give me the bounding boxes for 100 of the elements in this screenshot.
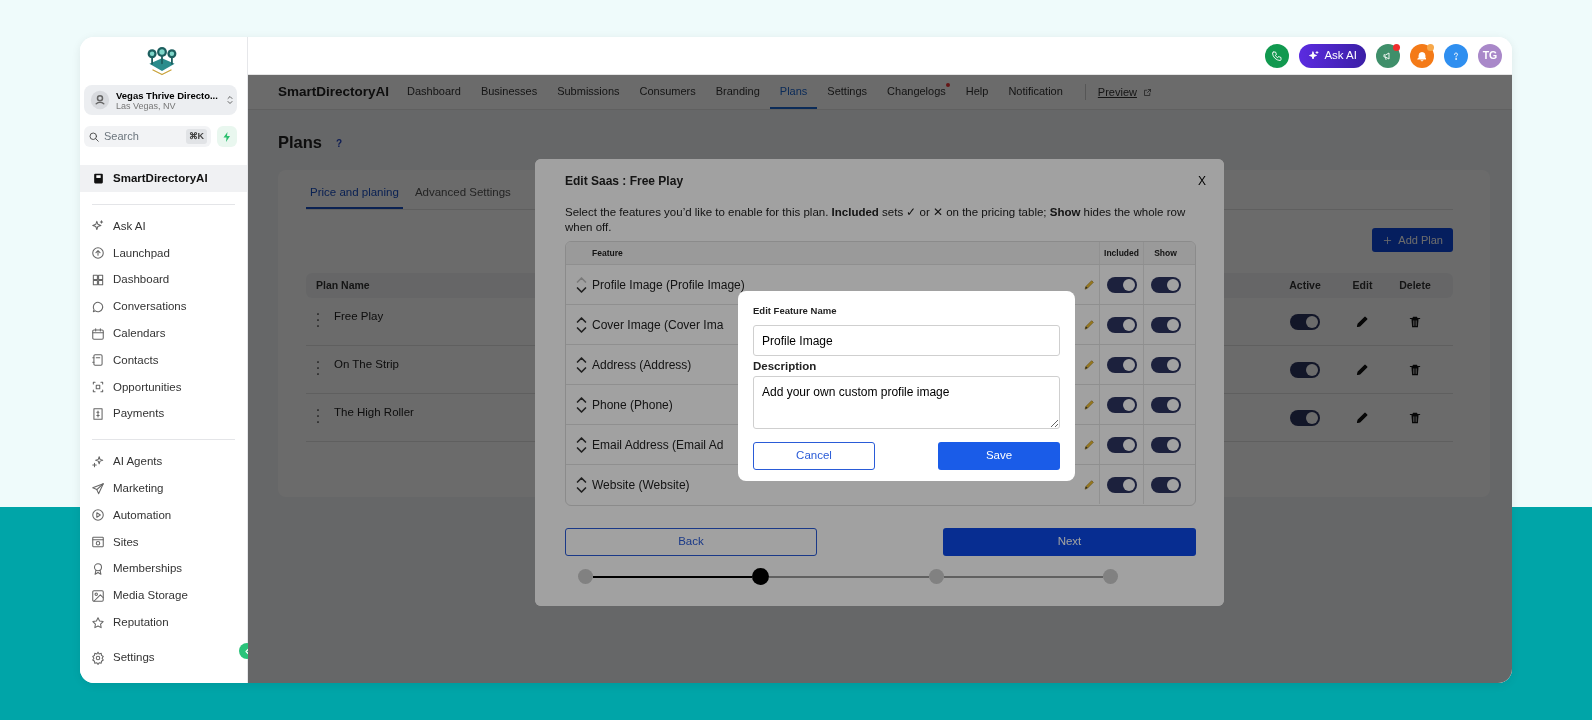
move-up-button[interactable] xyxy=(575,435,587,444)
rename-button[interactable] xyxy=(1082,438,1096,451)
sidebar-item[interactable]: Contacts xyxy=(80,347,247,374)
nav-tab[interactable]: Settings xyxy=(817,75,878,109)
sidebar-item[interactable]: Sites xyxy=(80,528,247,556)
ask-ai-button[interactable]: Ask AI xyxy=(1299,43,1366,68)
chevron-up-icon xyxy=(575,475,587,484)
move-up-button[interactable] xyxy=(575,395,587,404)
toggle-switch[interactable] xyxy=(1106,276,1137,293)
sidebar-item[interactable]: Dashboard xyxy=(80,266,247,294)
sidebar-item[interactable]: SmartDirectoryAI xyxy=(80,165,247,192)
sidebar-item[interactable]: Media Storage xyxy=(80,582,247,610)
rename-button[interactable] xyxy=(1082,278,1096,291)
sidebar-item[interactable]: Launchpad xyxy=(80,239,247,267)
toggle-switch[interactable] xyxy=(1150,476,1181,493)
move-down-button[interactable] xyxy=(575,445,587,454)
description-input-field[interactable]: Add your own custom profile image xyxy=(753,375,1060,429)
close-button[interactable]: X xyxy=(1194,172,1210,190)
help-button[interactable] xyxy=(1444,43,1468,68)
star-icon xyxy=(91,615,105,630)
delete-button[interactable] xyxy=(1408,314,1422,329)
receipt-icon xyxy=(91,406,105,421)
phone-button[interactable] xyxy=(1265,43,1290,68)
move-up-button[interactable] xyxy=(575,475,587,484)
sidebar-item[interactable]: Memberships xyxy=(80,555,247,583)
toggle-switch[interactable] xyxy=(1150,316,1181,333)
sidebar-item[interactable]: Payments xyxy=(80,400,247,428)
pencil-icon xyxy=(1355,410,1370,426)
chevron-up-icon xyxy=(575,395,587,404)
column-header: Delete xyxy=(1399,277,1431,293)
delete-button[interactable] xyxy=(1408,410,1422,425)
move-down-button[interactable] xyxy=(575,485,587,494)
pencil-icon xyxy=(1082,318,1096,331)
name-input-field[interactable]: Profile Image xyxy=(753,325,1060,357)
rename-button[interactable] xyxy=(1082,318,1096,331)
cancel-button[interactable]: Cancel xyxy=(753,441,875,470)
sparkle-plus-icon xyxy=(91,454,105,469)
step-dot[interactable] xyxy=(578,569,593,584)
modal-description: Select the features you’d like to enable for this plan. Included sets ✓ or ✕ on the pricing table; Show hides the whole row when off. xyxy=(565,205,1187,235)
step-dot[interactable] xyxy=(928,569,944,584)
search-field[interactable]: Search ⌘K xyxy=(84,126,211,147)
toggle-switch[interactable] xyxy=(1150,396,1181,413)
image-icon xyxy=(91,588,105,603)
sidebar-item[interactable]: Opportunities xyxy=(80,373,247,401)
rename-button[interactable] xyxy=(1082,358,1096,371)
move-down-button[interactable] xyxy=(575,325,587,334)
move-down-button[interactable] xyxy=(575,285,587,294)
launchpad-icon xyxy=(91,246,105,261)
sidebar-item[interactable]: Automation xyxy=(80,501,247,529)
account-switcher[interactable]: Vegas Thrive Directo... Las Vegas, NV xyxy=(84,85,237,115)
sidebar-item[interactable]: Reputation xyxy=(80,609,247,636)
trash-icon xyxy=(1408,362,1422,377)
notification-dot xyxy=(1427,43,1434,51)
delete-button[interactable] xyxy=(1408,362,1422,377)
sidebar-item[interactable]: Calendars xyxy=(80,320,247,347)
step-dot[interactable] xyxy=(1103,569,1118,584)
move-down-button[interactable] xyxy=(575,405,587,414)
toggle-switch[interactable] xyxy=(1106,356,1137,373)
back-button[interactable]: Back xyxy=(565,528,817,556)
trash-icon xyxy=(1408,314,1422,329)
rename-button[interactable] xyxy=(1082,478,1096,491)
pencil-icon xyxy=(1082,278,1096,291)
move-down-button[interactable] xyxy=(575,365,587,374)
toggle-switch[interactable] xyxy=(1106,396,1137,413)
move-up-button[interactable] xyxy=(575,355,587,364)
toggle-switch[interactable] xyxy=(1290,361,1320,378)
rename-button[interactable] xyxy=(1082,398,1096,411)
move-up-button[interactable] xyxy=(575,315,587,324)
sidebar-item[interactable]: Settings xyxy=(80,644,231,671)
toggle-switch[interactable] xyxy=(1106,316,1137,333)
sidebar-item[interactable]: AI Agents xyxy=(80,448,247,476)
external-link-icon xyxy=(1142,87,1152,97)
save-button[interactable]: Save xyxy=(938,441,1060,470)
chevron-down-icon xyxy=(575,325,587,334)
chevron-down-icon xyxy=(575,285,587,294)
sparkle-icon xyxy=(1308,49,1321,62)
calendar-icon xyxy=(91,326,105,341)
edit-button[interactable] xyxy=(1355,362,1370,378)
sidebar-item[interactable]: Ask AI xyxy=(80,213,247,240)
step-dot[interactable] xyxy=(752,568,770,585)
sidebar-item[interactable]: Marketing xyxy=(80,475,247,502)
sidebar-item[interactable]: Conversations xyxy=(80,293,247,321)
toggle-switch[interactable] xyxy=(1106,476,1137,493)
pencil-icon xyxy=(1082,478,1096,491)
toggle-switch[interactable] xyxy=(1290,409,1320,426)
announcements-button[interactable] xyxy=(1376,43,1400,68)
feature-name: Website (Website) xyxy=(592,476,690,494)
edit-button[interactable] xyxy=(1355,410,1370,426)
notifications-button[interactable] xyxy=(1410,43,1434,68)
toggle-switch[interactable] xyxy=(1106,436,1137,453)
toggle-switch[interactable] xyxy=(1290,313,1320,330)
column-header: Show xyxy=(1154,246,1177,260)
chevron-down-icon xyxy=(575,485,587,494)
lightning-icon xyxy=(221,130,233,143)
next-button[interactable]: Next xyxy=(943,528,1196,556)
edit-button[interactable] xyxy=(1355,314,1370,330)
toggle-switch[interactable] xyxy=(1150,356,1181,373)
toggle-switch[interactable] xyxy=(1150,276,1181,293)
toggle-switch[interactable] xyxy=(1150,436,1181,453)
nav-tab[interactable]: Dashboard xyxy=(397,75,471,109)
